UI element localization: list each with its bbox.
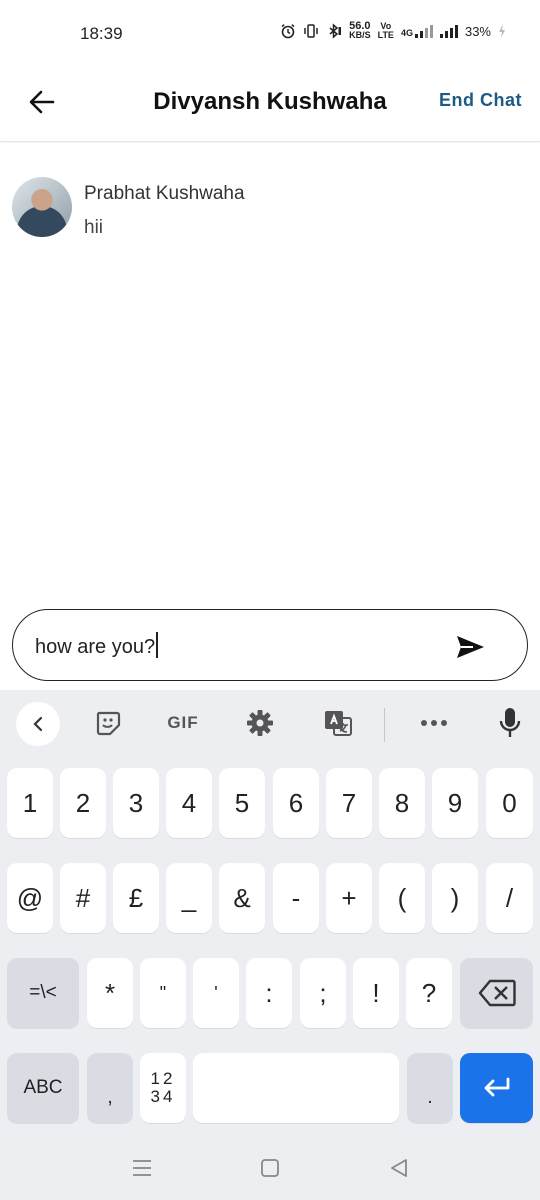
keyboard-toolbar: GIF — [0, 690, 540, 756]
keyboard: GIF 1 2 3 4 5 6 7 8 9 0 @ # £ _ & - + ( … — [0, 690, 540, 1136]
message-item: Prabhat Kushwaha hii — [12, 177, 245, 239]
chevron-left-icon — [33, 716, 43, 732]
key-plus[interactable]: + — [326, 863, 372, 933]
voice-input-button[interactable] — [490, 703, 530, 743]
key-9[interactable]: 9 — [432, 768, 478, 838]
signal-icon — [414, 24, 433, 38]
backspace-key[interactable] — [460, 958, 533, 1028]
recents-button[interactable] — [127, 1156, 157, 1180]
home-button[interactable] — [255, 1156, 285, 1180]
key-7[interactable]: 7 — [326, 768, 372, 838]
key-period[interactable]: . — [407, 1053, 453, 1123]
send-button[interactable] — [455, 632, 485, 662]
system-navigation-bar — [0, 1136, 540, 1200]
translate-icon — [325, 711, 352, 736]
system-back-button[interactable] — [384, 1156, 414, 1180]
chat-header: Divyansh Kushwaha End Chat — [0, 66, 540, 142]
microphone-icon — [499, 708, 521, 737]
arrow-left-icon — [29, 90, 55, 114]
chat-messages: Prabhat Kushwaha hii — [0, 143, 540, 603]
enter-key[interactable] — [460, 1053, 533, 1123]
key-1[interactable]: 1 — [7, 768, 53, 838]
backspace-icon — [478, 979, 516, 1007]
key-pound[interactable]: £ — [113, 863, 159, 933]
back-button[interactable] — [22, 82, 62, 122]
key-comma[interactable]: , — [87, 1053, 133, 1123]
key-slash[interactable]: / — [486, 863, 533, 933]
key-open-paren[interactable]: ( — [379, 863, 425, 933]
gear-icon — [247, 710, 273, 736]
alarm-icon — [281, 24, 295, 39]
message-sender: Prabhat Kushwaha — [84, 183, 245, 204]
gif-button[interactable]: GIF — [160, 703, 206, 743]
text-caret — [156, 632, 159, 658]
message-text: hii — [84, 217, 104, 238]
key-0[interactable]: 0 — [486, 768, 533, 838]
key-question[interactable]: ? — [406, 958, 452, 1028]
square-icon — [261, 1159, 279, 1177]
triangle-back-icon — [391, 1159, 407, 1177]
battery-level: 33% — [464, 23, 491, 39]
network-type: 4G — [401, 24, 433, 38]
charging-icon — [499, 24, 505, 38]
key-minus[interactable]: - — [273, 863, 319, 933]
translate-button[interactable] — [318, 703, 358, 743]
network-type-label: 4G — [400, 28, 413, 38]
bluetooth-icon — [329, 23, 342, 39]
key-8[interactable]: 8 — [379, 768, 425, 838]
more-options-button[interactable] — [414, 703, 454, 743]
enter-icon — [484, 1077, 509, 1097]
settings-button[interactable] — [240, 703, 280, 743]
key-asterisk[interactable]: * — [87, 958, 133, 1028]
send-icon — [457, 636, 484, 658]
key-ampersand[interactable]: & — [219, 863, 265, 933]
volte-bottom: LTE — [377, 30, 394, 40]
key-4[interactable]: 4 — [166, 768, 212, 838]
status-icons: 56.0 KB/S Vo LTE 4G 33% — [280, 21, 506, 40]
numpad-label-top: 12 — [150, 1069, 176, 1088]
signal-icon-sim2 — [439, 24, 458, 38]
key-2[interactable]: 2 — [60, 768, 106, 838]
menu-lines-icon — [133, 1160, 151, 1176]
key-symbols-switch[interactable]: =\< — [7, 958, 79, 1028]
more-horizontal-icon — [421, 720, 447, 726]
toolbar-divider — [384, 708, 385, 742]
net-speed-unit: KB/S — [349, 30, 371, 40]
key-numpad[interactable]: 12 34 — [140, 1053, 186, 1123]
message-body: Prabhat Kushwaha hii — [84, 177, 245, 239]
end-chat-button[interactable]: End Chat — [439, 90, 522, 111]
net-speed: 56.0 KB/S — [349, 21, 371, 40]
message-composer[interactable]: how are you? — [12, 609, 528, 681]
key-underscore[interactable]: _ — [166, 863, 212, 933]
status-time: 18:39 — [80, 24, 123, 43]
status-bar: 18:39 56.0 KB/S Vo LTE 4G 33% — [0, 0, 540, 66]
sticker-button[interactable] — [88, 703, 128, 743]
numpad-label-bottom: 34 — [150, 1087, 176, 1106]
volte-indicator: Vo LTE — [378, 22, 394, 40]
message-input[interactable]: how are you? — [35, 632, 159, 659]
key-at[interactable]: @ — [7, 863, 53, 933]
avatar[interactable] — [12, 177, 72, 237]
vibrate-icon — [304, 24, 318, 38]
message-input-value: how are you? — [35, 636, 156, 658]
key-hash[interactable]: # — [60, 863, 106, 933]
key-semicolon[interactable]: ; — [300, 958, 346, 1028]
toolbar-collapse-button[interactable] — [16, 702, 60, 746]
key-6[interactable]: 6 — [273, 768, 319, 838]
sticker-icon — [96, 711, 121, 736]
key-abc[interactable]: ABC — [7, 1053, 79, 1123]
key-double-quote[interactable]: " — [140, 958, 186, 1028]
key-3[interactable]: 3 — [113, 768, 159, 838]
key-close-paren[interactable]: ) — [432, 863, 478, 933]
key-single-quote[interactable]: ' — [193, 958, 239, 1028]
key-5[interactable]: 5 — [219, 768, 265, 838]
key-colon[interactable]: : — [246, 958, 292, 1028]
key-exclamation[interactable]: ! — [353, 958, 399, 1028]
space-key[interactable] — [193, 1053, 399, 1123]
